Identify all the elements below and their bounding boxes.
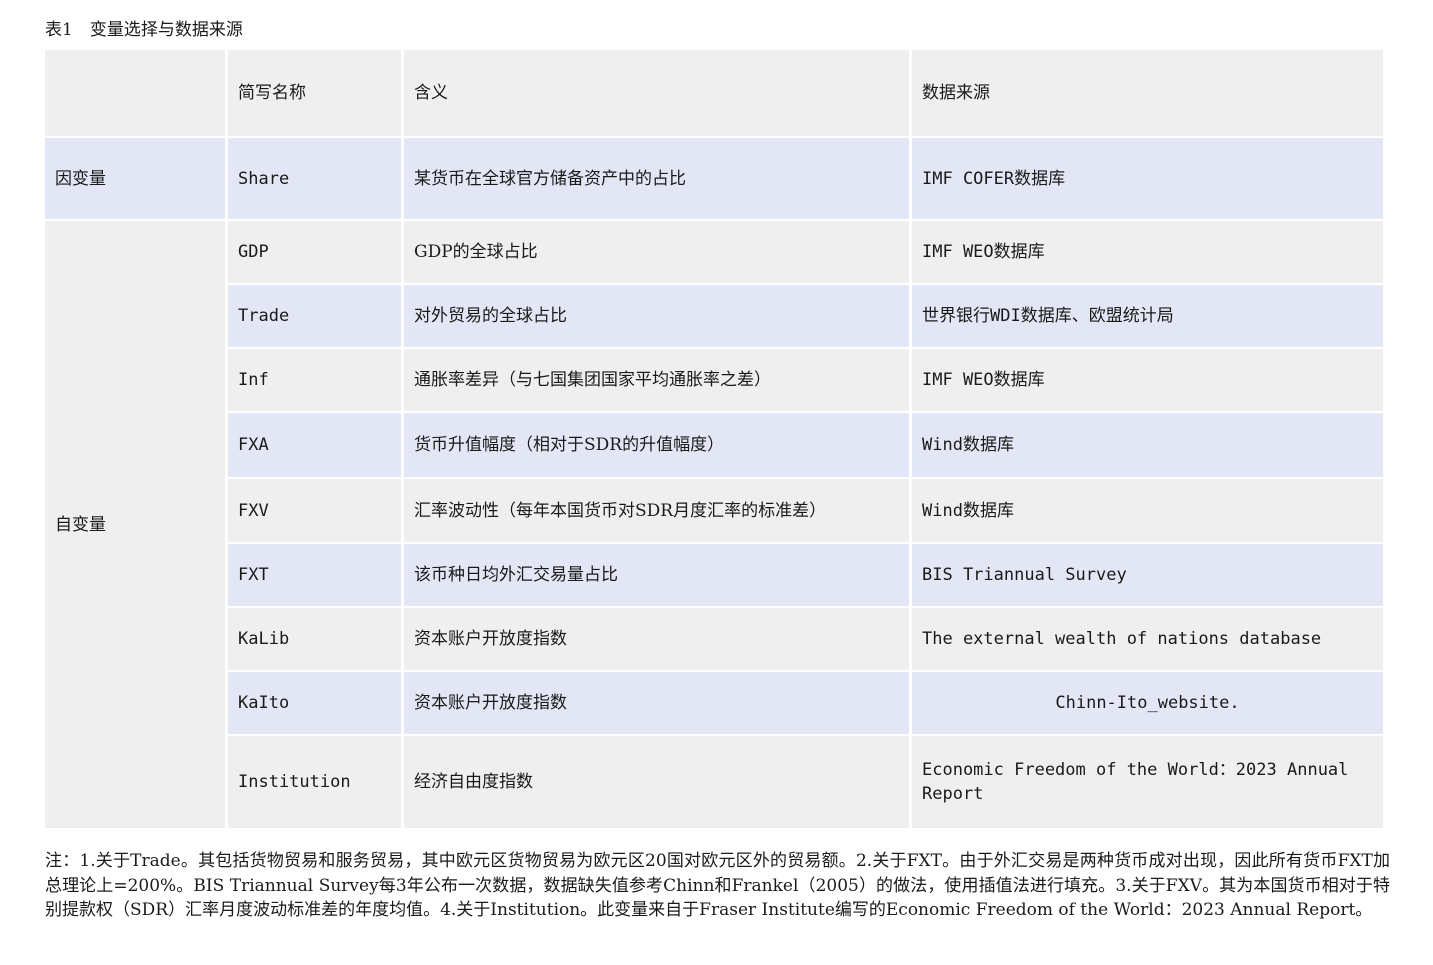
row-abbr: FXA: [228, 413, 404, 479]
header-cell-empty: [45, 50, 228, 138]
table-caption: 表1 变量选择与数据来源: [45, 20, 243, 40]
table-row: Institution 经济自由度指数 Economic Freedom of …: [45, 736, 1383, 830]
table-row: Inf 通胀率差异（与七国集团国家平均通胀率之差） IMF WEO数据库: [45, 349, 1383, 413]
row-abbr: Institution: [228, 736, 404, 830]
row-abbr: GDP: [228, 221, 404, 285]
table-row: FXV 汇率波动性（每年本国货币对SDR月度汇率的标准差） Wind数据库: [45, 479, 1383, 544]
header-row: 简写名称 含义 数据来源: [45, 50, 1383, 138]
table-row: KaIto 资本账户开放度指数 Chinn-Ito_website.: [45, 672, 1383, 736]
variables-table: 简写名称 含义 数据来源 因变量 Share 某货币在全球官方储备资产中的占比 …: [45, 50, 1383, 830]
table-row-dependent: 因变量 Share 某货币在全球官方储备资产中的占比 IMF COFER数据库: [45, 138, 1383, 221]
row-meaning: 通胀率差异（与七国集团国家平均通胀率之差）: [404, 349, 912, 413]
row-meaning: 货币升值幅度（相对于SDR的升值幅度）: [404, 413, 912, 479]
row-source: IMF WEO数据库: [912, 221, 1383, 285]
row-source: Wind数据库: [912, 413, 1383, 479]
row-meaning: 汇率波动性（每年本国货币对SDR月度汇率的标准差）: [404, 479, 912, 544]
table-row: 自变量 GDP GDP的全球占比 IMF WEO数据库: [45, 221, 1383, 830]
row-meaning: 资本账户开放度指数: [404, 608, 912, 672]
row-abbr: Trade: [228, 285, 404, 349]
group-label-dependent: 因变量: [45, 138, 228, 221]
group-label-independent: 自变量: [45, 221, 228, 830]
row-abbr: KaIto: [228, 672, 404, 736]
row-meaning: 经济自由度指数: [404, 736, 912, 830]
row-source: Chinn-Ito_website.: [912, 672, 1383, 736]
row-abbr: KaLib: [228, 608, 404, 672]
header-cell-source: 数据来源: [912, 50, 1383, 138]
row-source: IMF WEO数据库: [912, 349, 1383, 413]
row-abbr: FXV: [228, 479, 404, 544]
row-meaning: 该币种日均外汇交易量占比: [404, 544, 912, 608]
row-abbr: Inf: [228, 349, 404, 413]
row-source: Economic Freedom of the World：2023 Annua…: [912, 736, 1383, 830]
row-source: IMF COFER数据库: [912, 138, 1383, 221]
header-cell-abbr: 简写名称: [228, 50, 404, 138]
row-meaning: 资本账户开放度指数: [404, 672, 912, 736]
table-row: FXA 货币升值幅度（相对于SDR的升值幅度） Wind数据库: [45, 413, 1383, 479]
header-cell-meaning: 含义: [404, 50, 912, 138]
row-source: 世界银行WDI数据库、欧盟统计局: [912, 285, 1383, 349]
row-meaning: 某货币在全球官方储备资产中的占比: [404, 138, 912, 221]
row-abbr: FXT: [228, 544, 404, 608]
row-source: The external wealth of nations database: [912, 608, 1383, 672]
table-row: Trade 对外贸易的全球占比 世界银行WDI数据库、欧盟统计局: [45, 285, 1383, 349]
table-row: FXT 该币种日均外汇交易量占比 BIS Triannual Survey: [45, 544, 1383, 608]
table-row: KaLib 资本账户开放度指数 The external wealth of n…: [45, 608, 1383, 672]
row-meaning: 对外贸易的全球占比: [404, 285, 912, 349]
row-source: Wind数据库: [912, 479, 1383, 544]
row-source: BIS Triannual Survey: [912, 544, 1383, 608]
row-abbr: Share: [228, 138, 404, 221]
row-meaning: GDP的全球占比: [404, 221, 912, 285]
table-footnote: 注：1.关于Trade。其包括货物贸易和服务贸易，其中欧元区货物贸易为欧元区20…: [45, 851, 1390, 920]
